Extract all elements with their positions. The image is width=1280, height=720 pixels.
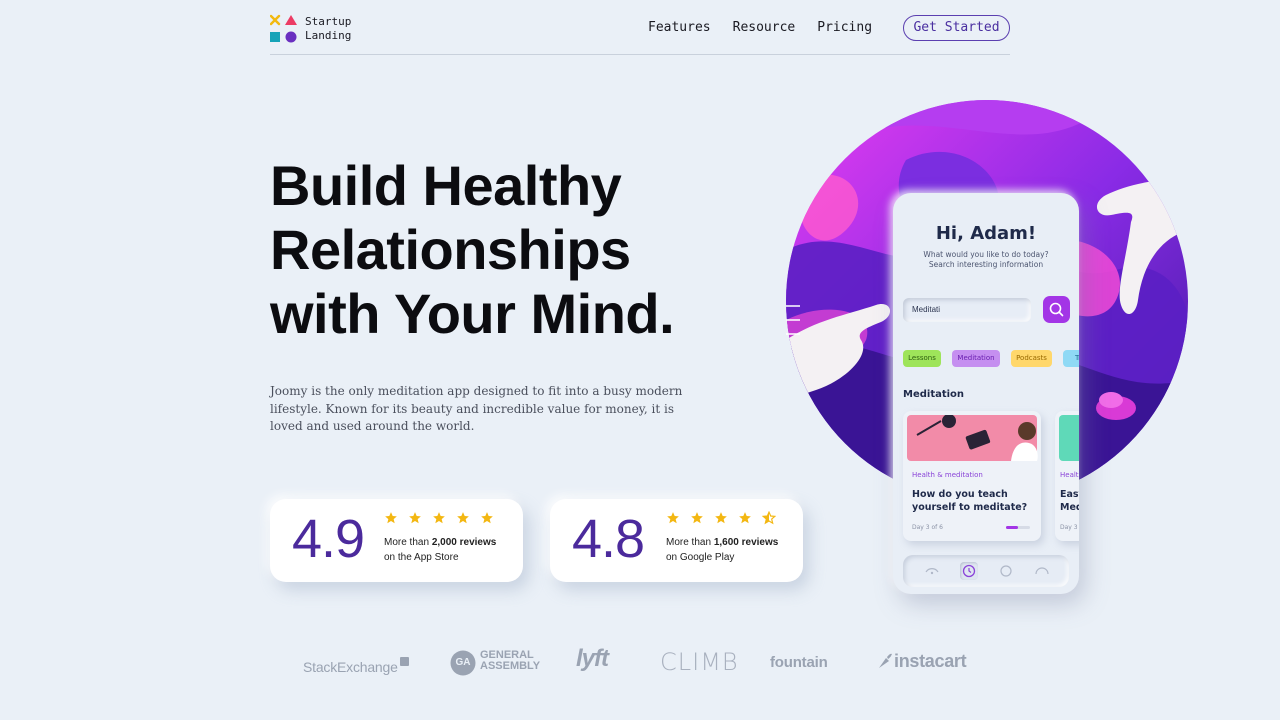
review-prefix: More than [384, 537, 432, 548]
review-count: 1,600 reviews [713, 537, 779, 548]
rating-score: 4.8 [572, 509, 645, 569]
star-icon [481, 512, 493, 524]
card-illustration [907, 415, 1038, 461]
headline-line-2: Relationships [270, 218, 631, 281]
star-rating [384, 511, 504, 525]
phone-mockup: Hi, Adam! What would you like to do toda… [893, 193, 1079, 594]
meditation-card[interactable]: Health & meditation How do you teach you… [903, 411, 1041, 541]
phone-tab-bar [903, 555, 1069, 587]
phone-section-title: Meditation [903, 389, 965, 400]
lyft-logo: lyft [576, 645, 609, 672]
card-progress-fill [1006, 526, 1018, 529]
nav-link-features[interactable]: Features [648, 20, 711, 35]
partner-logos: StackExchange GA GENERAL ASSEMBLY lyft CL… [303, 645, 967, 676]
stackexchange-logo: StackExchange [303, 657, 409, 675]
phone-search-button[interactable] [1043, 296, 1070, 323]
chip-meditation[interactable]: Meditation [952, 350, 1000, 367]
star-icon [457, 512, 469, 524]
card-progress-track [1006, 526, 1030, 529]
phone-search-input[interactable]: Meditati [903, 298, 1031, 322]
star-icon [433, 512, 445, 524]
hero-description: Joomy is the only meditation app designe… [270, 384, 683, 433]
carrot-icon [879, 653, 892, 668]
google-play-rating-card: 4.8 More than 1,600 reviews on Google Pl… [550, 499, 803, 582]
rating-details: More than 1,600 reviews on Google Play [666, 535, 778, 565]
rating-score: 4.9 [292, 509, 365, 569]
card-title: How do you teach yourself to meditate? [912, 489, 1028, 513]
card-category: Healt [1060, 471, 1079, 479]
star-rating [666, 511, 786, 525]
star-icon [715, 512, 727, 524]
chip-podcasts[interactable]: Podcasts [1011, 350, 1052, 367]
star-icon [667, 512, 679, 524]
clock-icon [962, 564, 976, 578]
review-count: 2,000 reviews [431, 537, 497, 548]
store-name: on Google Play [666, 552, 735, 563]
brand-name: Startup Landing [305, 15, 351, 43]
brand-logo[interactable]: Startup Landing [269, 14, 351, 44]
headline-line-1: Build Healthy [270, 154, 622, 217]
star-icon [409, 512, 421, 524]
phone-greeting: Hi, Adam! [935, 223, 1037, 244]
card-category: Health & meditation [912, 471, 983, 479]
meditation-card[interactable]: Healt Easy Med Day 3 [1055, 411, 1079, 541]
star-icon [739, 512, 751, 524]
brand-line-1: Startup [305, 15, 352, 28]
phone-subtitle-line-1: What would you like to do today? [923, 250, 1049, 259]
rating-details: More than 2,000 reviews on the App Store [384, 535, 496, 565]
star-icon [691, 512, 703, 524]
headline-line-3: with Your Mind. [270, 282, 675, 345]
instacart-logo: instacart [876, 651, 967, 672]
category-chips: Lessons Meditation Podcasts Tr [903, 350, 1079, 368]
brand-line-2: Landing [305, 29, 352, 42]
nav-links: Features Resource Pricing [648, 20, 894, 35]
nav-link-resource[interactable]: Resource [733, 20, 796, 35]
card-day: Day 3 [1060, 524, 1078, 531]
arc-icon[interactable] [1035, 566, 1049, 576]
nav-link-pricing[interactable]: Pricing [817, 20, 872, 35]
card-illustration [1059, 415, 1079, 461]
hero-headline: Build Healthy Relationships with Your Mi… [270, 154, 730, 346]
top-nav: Startup Landing Features Resource Pricin… [269, 0, 1010, 55]
get-started-button[interactable]: Get Started [903, 15, 1010, 41]
fountain-logo: fountain [770, 654, 828, 671]
chip-training[interactable]: Tr [1063, 350, 1079, 367]
climb-logo: CLIMB [660, 648, 739, 676]
phone-subtitle-line-2: Search interesting information [928, 260, 1044, 269]
logo-mark-icon [269, 14, 298, 44]
tab-clock[interactable] [960, 562, 978, 580]
star-icon [385, 512, 397, 524]
card-title: Easy Med [1060, 489, 1079, 513]
store-name: on the App Store [384, 552, 459, 563]
app-store-rating-card: 4.9 More than 2,000 reviews on the App S… [270, 499, 523, 582]
wifi-icon[interactable] [925, 566, 939, 576]
search-icon [1049, 302, 1064, 317]
card-day: Day 3 of 6 [912, 524, 943, 531]
half-star-icon [762, 511, 776, 525]
review-prefix: More than [666, 537, 714, 548]
chip-lessons[interactable]: Lessons [903, 350, 941, 367]
circle-icon[interactable] [999, 564, 1013, 578]
phone-subtitle: What would you like to do today? Search … [893, 250, 1079, 270]
